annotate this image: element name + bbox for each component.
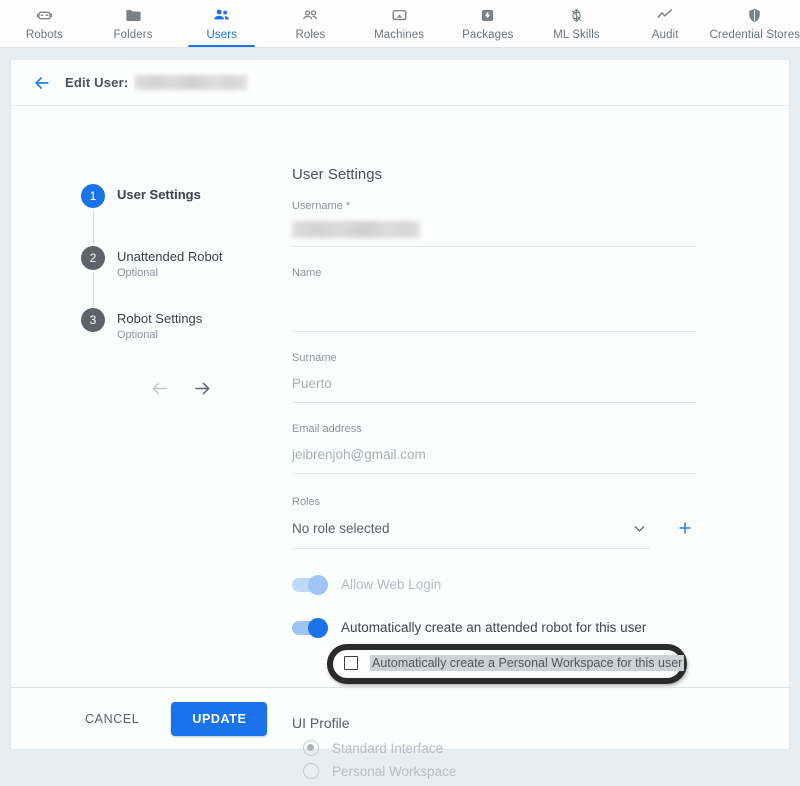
toggle-knob bbox=[308, 575, 328, 595]
field-value[interactable]: jeibrenjoh@gmail.com bbox=[292, 444, 696, 465]
field-underline bbox=[292, 548, 650, 549]
checkbox-label: Automatically create a Personal Workspac… bbox=[370, 655, 684, 671]
nav-tab-packages[interactable]: Packages bbox=[443, 0, 532, 47]
card-header: Edit User: bbox=[11, 60, 789, 106]
allow-web-login-toggle[interactable] bbox=[292, 578, 328, 592]
machine-icon bbox=[390, 4, 409, 26]
page-title: Edit User: bbox=[65, 75, 128, 90]
stepper-step-unattended-robot[interactable]: 2 Unattended Robot Optional bbox=[81, 246, 271, 308]
field-value[interactable]: Puerto bbox=[292, 373, 696, 394]
nav-tab-label: Folders bbox=[114, 28, 153, 42]
radio-label: Personal Workspace bbox=[332, 764, 456, 779]
nav-tab-label: Machines bbox=[374, 28, 424, 42]
step-number-badge: 2 bbox=[81, 246, 105, 270]
step-number-badge: 3 bbox=[81, 308, 105, 332]
field-surname: Surname Puerto bbox=[292, 352, 696, 403]
card-body: 1 User Settings 2 Unattended Robot Optio… bbox=[11, 106, 789, 688]
arrow-left-icon[interactable] bbox=[149, 378, 170, 399]
step-number-badge: 1 bbox=[81, 184, 105, 208]
field-value[interactable] bbox=[292, 288, 696, 309]
folder-icon bbox=[124, 4, 143, 26]
toggle-row-allow-web-login[interactable]: Allow Web Login bbox=[292, 577, 696, 592]
form-section-title: User Settings bbox=[292, 166, 696, 183]
checkbox-row-personal-workspace[interactable]: Automatically create a Personal Workspac… bbox=[344, 655, 684, 671]
personal-workspace-radio[interactable] bbox=[303, 763, 319, 779]
nav-tab-label: Credential Stores bbox=[710, 28, 800, 42]
nav-tab-label: Users bbox=[206, 28, 237, 42]
nav-tab-robots[interactable]: Robots bbox=[0, 0, 89, 47]
nav-tab-folders[interactable]: Folders bbox=[89, 0, 178, 47]
stepper-step-user-settings[interactable]: 1 User Settings bbox=[81, 184, 271, 246]
auto-create-personal-workspace-checkbox[interactable] bbox=[344, 656, 358, 670]
nav-tab-ml-skills[interactable]: ML Skills bbox=[532, 0, 621, 47]
step-title: Unattended Robot bbox=[117, 249, 223, 264]
nav-tab-label: Robots bbox=[26, 28, 63, 42]
auto-create-attended-robot-toggle[interactable] bbox=[292, 621, 328, 635]
nav-tab-machines[interactable]: Machines bbox=[355, 0, 444, 47]
field-underline bbox=[292, 402, 696, 403]
nav-tab-audit[interactable]: Audit bbox=[621, 0, 710, 47]
robot-icon bbox=[35, 4, 54, 26]
roles-icon bbox=[301, 4, 320, 26]
nav-tab-label: Roles bbox=[295, 28, 325, 42]
step-title: User Settings bbox=[117, 187, 201, 202]
field-roles: Roles No role selected bbox=[292, 496, 696, 549]
card-footer: CANCEL UPDATE bbox=[11, 687, 791, 749]
stepper-connector bbox=[93, 272, 94, 306]
stepper-step-robot-settings[interactable]: 3 Robot Settings Optional bbox=[81, 308, 271, 348]
field-username: Username * bbox=[292, 200, 696, 247]
toggle-label: Allow Web Login bbox=[341, 577, 441, 592]
field-underline bbox=[292, 331, 696, 332]
ml-skills-icon bbox=[567, 4, 586, 26]
audit-icon bbox=[655, 4, 675, 26]
toggle-label: Automatically create an attended robot f… bbox=[341, 620, 646, 635]
step-subtitle: Optional bbox=[117, 329, 202, 341]
radio-row-personal-workspace[interactable]: Personal Workspace bbox=[303, 763, 696, 779]
package-icon bbox=[478, 4, 497, 26]
edit-user-card: Edit User: 1 User Settings 2 Unattended … bbox=[10, 60, 790, 750]
step-title: Robot Settings bbox=[117, 311, 202, 326]
redacted-username bbox=[135, 75, 247, 90]
redacted-username-value[interactable] bbox=[292, 221, 420, 238]
update-button[interactable]: UPDATE bbox=[171, 702, 267, 736]
users-icon bbox=[212, 4, 232, 26]
nav-tab-roles[interactable]: Roles bbox=[266, 0, 355, 47]
field-label: Roles bbox=[292, 496, 696, 508]
roles-selected-value: No role selected bbox=[292, 521, 390, 536]
back-arrow-icon[interactable] bbox=[27, 68, 57, 98]
field-label: Name bbox=[292, 267, 696, 279]
nav-tab-label: Audit bbox=[652, 28, 679, 42]
personal-workspace-checkbox-zone: Automatically create a Personal Workspac… bbox=[292, 644, 696, 684]
add-role-button[interactable] bbox=[674, 517, 696, 539]
field-underline bbox=[292, 473, 696, 474]
chevron-down-icon bbox=[631, 520, 652, 537]
stepper-connector bbox=[93, 210, 94, 244]
credential-stores-icon bbox=[745, 4, 764, 26]
toggle-knob bbox=[308, 618, 328, 638]
active-tab-indicator bbox=[188, 45, 255, 48]
toggle-row-auto-create-attended-robot[interactable]: Automatically create an attended robot f… bbox=[292, 620, 696, 635]
field-email-address: Email address jeibrenjoh@gmail.com bbox=[292, 423, 696, 474]
field-label: Email address bbox=[292, 423, 696, 435]
step-subtitle: Optional bbox=[117, 267, 223, 279]
roles-select[interactable]: No role selected bbox=[292, 520, 652, 537]
nav-tab-label: ML Skills bbox=[553, 28, 599, 42]
nav-tab-credential-stores[interactable]: Credential Stores bbox=[710, 0, 800, 47]
cancel-button[interactable]: CANCEL bbox=[73, 703, 151, 735]
field-label: Username * bbox=[292, 200, 696, 212]
field-underline bbox=[292, 246, 696, 247]
nav-tab-label: Packages bbox=[462, 28, 513, 42]
field-label: Surname bbox=[292, 352, 696, 364]
wizard-stepper: 1 User Settings 2 Unattended Robot Optio… bbox=[81, 184, 271, 348]
main-navigation-bar: Robots Folders Users bbox=[0, 0, 800, 48]
stepper-navigation bbox=[149, 378, 213, 399]
nav-tab-users[interactable]: Users bbox=[177, 0, 266, 47]
field-name: Name bbox=[292, 267, 696, 332]
arrow-right-icon[interactable] bbox=[192, 378, 213, 399]
